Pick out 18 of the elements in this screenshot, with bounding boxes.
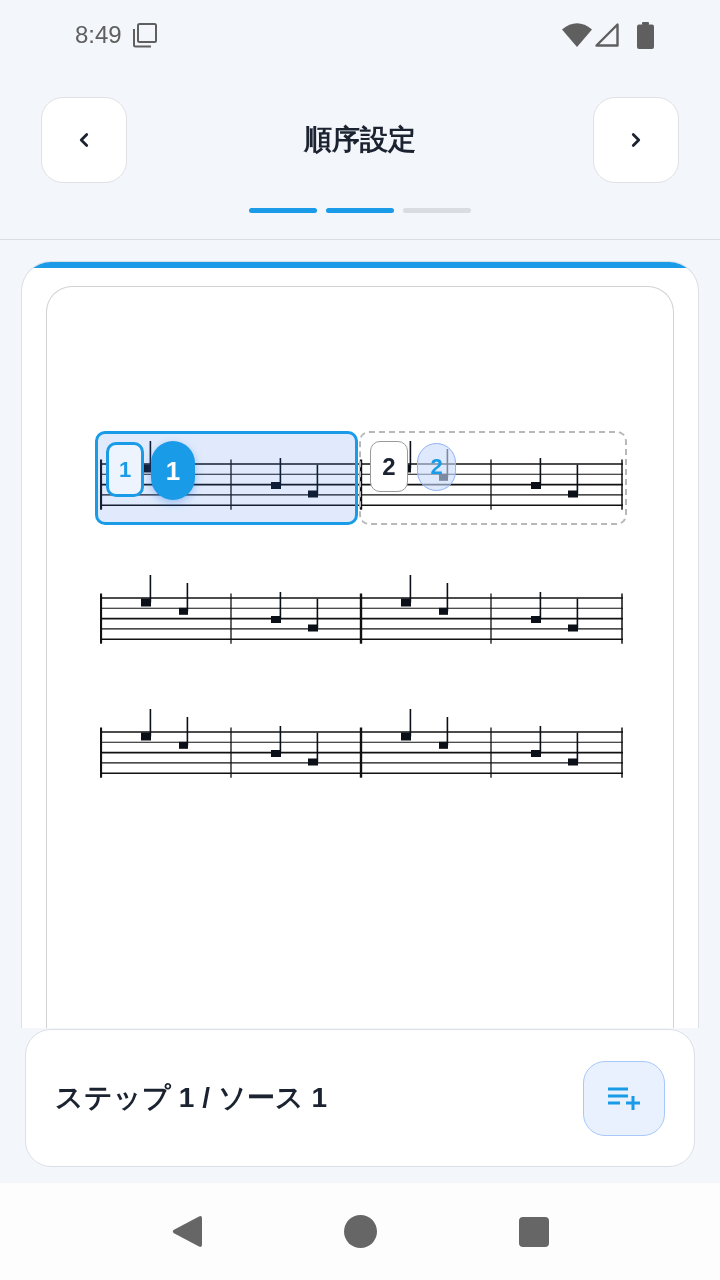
home-icon[interactable] (343, 1215, 377, 1248)
signal-icon (595, 23, 619, 47)
copy-icon (131, 22, 157, 48)
number-badge[interactable]: 1 (151, 441, 195, 500)
list-plus-icon (607, 1086, 641, 1110)
battery-icon (637, 21, 654, 49)
wifi-icon (562, 23, 592, 47)
number-badge[interactable]: 2 (417, 443, 456, 491)
back-icon[interactable] (171, 1215, 202, 1248)
dashed-frame[interactable]: 2 2 (359, 431, 627, 525)
overview-icon[interactable] (518, 1216, 549, 1247)
page-title: 順序設定 (304, 126, 416, 154)
step-source-label: ステップ 1 / ソース 1 (55, 1084, 328, 1112)
number-badge[interactable]: 2 (370, 441, 408, 492)
number-badge[interactable]: 1 (106, 442, 144, 497)
status-time: 8:49 (75, 23, 122, 47)
add-to-list-button[interactable] (583, 1060, 665, 1136)
highlight-frame[interactable]: 1 1 (95, 431, 358, 525)
